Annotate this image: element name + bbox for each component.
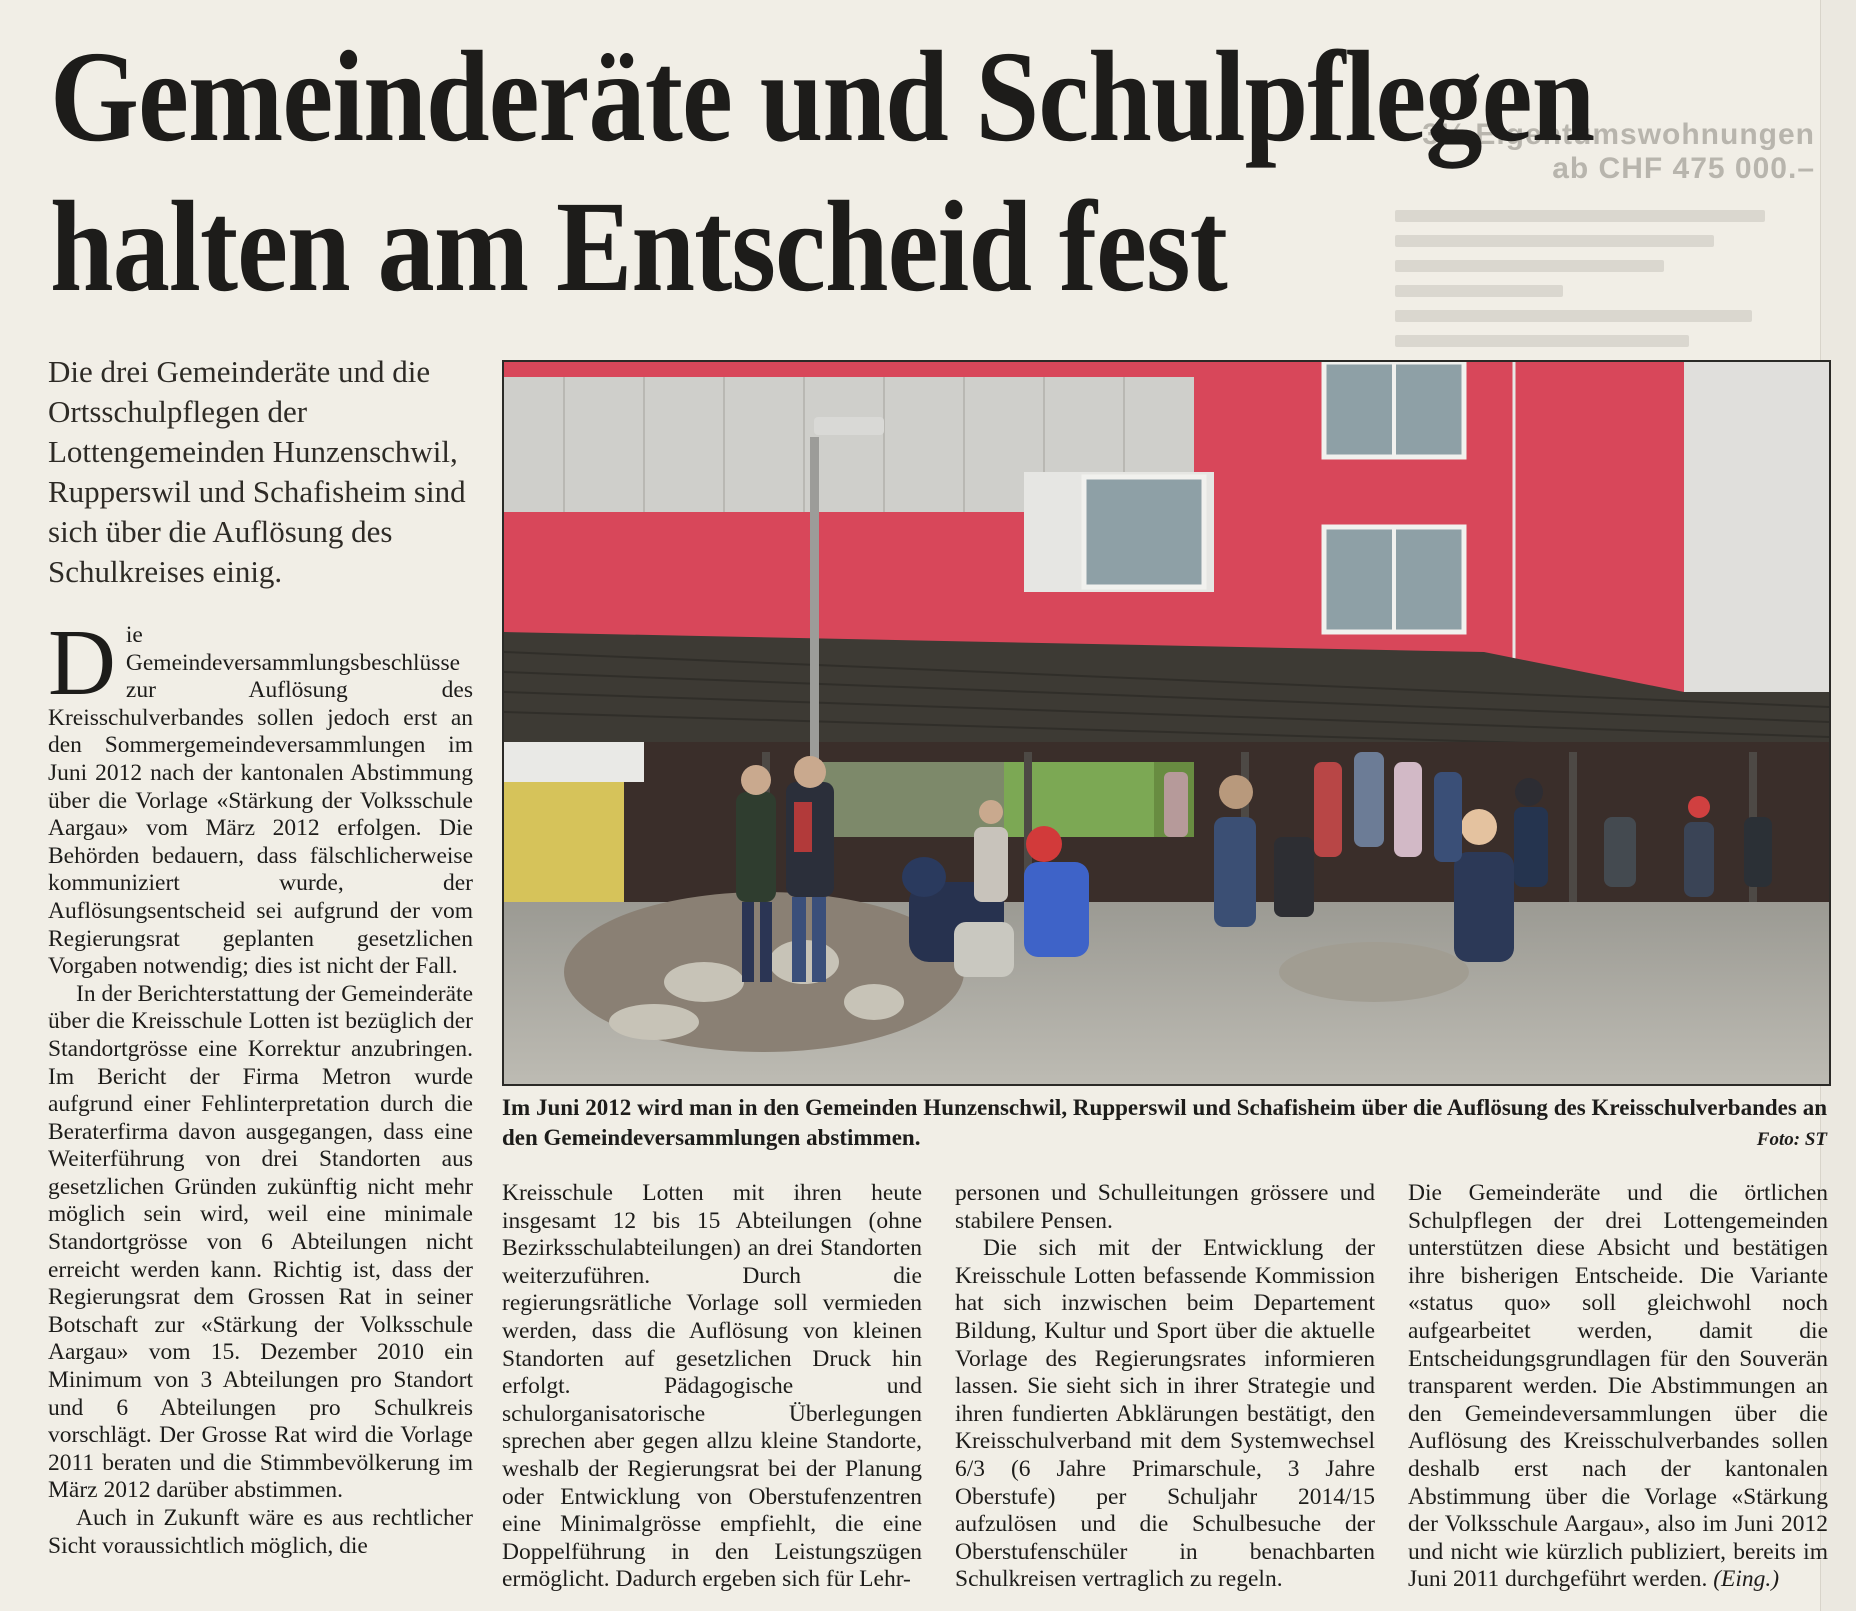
paragraph-text: Die Gemeinderäte und die örtlichen Schul… [1408,1180,1828,1593]
article-photo [502,360,1831,1086]
paragraph: In der Berichterstattung der Gemeinderät… [48,980,473,1504]
headline-line-1: Gemeinderäte und Schulpflegen [50,25,1595,169]
paragraph: Die Gemeindeversammlungsbeschlüsse zur A… [48,611,473,981]
paragraph: Die Gemeinderäte und die örtlichen Schul… [1408,1180,1828,1594]
paragraph: Die sich mit der Entwicklung der Kreissc… [955,1235,1375,1593]
drop-cap: D [48,611,116,715]
article-headline: Gemeinderäte und Schulpflegen halten am … [50,22,1595,322]
article-column-1: Die Gemeindeversammlungsbeschlüsse zur A… [48,611,473,1560]
paragraph: Kreisschule Lotten mit ihren heute insge… [502,1180,922,1593]
author-sign: (Eing.) [1713,1566,1780,1593]
paragraph: personen und Schulleitungen grössere und… [955,1180,1375,1234]
caption-lead: Im Juni 2012 [502,1095,632,1120]
headline-line-2: halten am Entscheid fest [50,175,1228,319]
photo-caption: Im Juni 2012 wird man in den Gemeinden H… [502,1093,1827,1153]
photo-credit: Foto: ST [1756,1129,1827,1150]
paragraph: Auch in Zukunft wäre es aus rechtlicher … [48,1505,473,1559]
caption-text: wird man in den Gemeinden Hunzenschwil, … [502,1095,1827,1150]
article-column-3: personen und Schulleitungen grössere und… [955,1180,1375,1594]
article-lead: Die drei Gemeinderäte und die Ortsschulp… [48,354,466,589]
article-column-2: Kreisschule Lotten mit ihren heute insge… [502,1180,922,1594]
article-column-4: Die Gemeinderäte und die örtlichen Schul… [1408,1180,1828,1594]
